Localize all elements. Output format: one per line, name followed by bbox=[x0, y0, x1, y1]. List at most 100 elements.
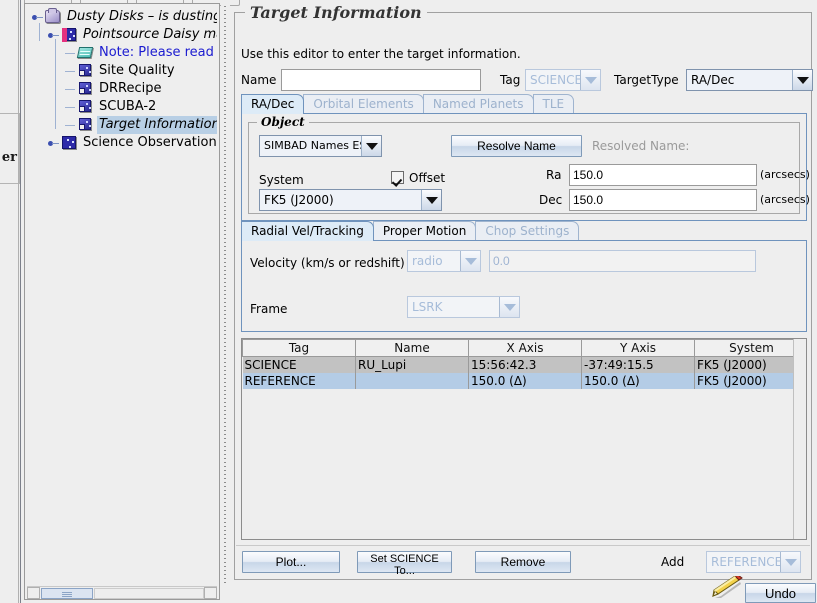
tab-radial-vel-tracking[interactable]: Radial Vel/Tracking bbox=[241, 221, 374, 241]
target-information-group: Target Information Use this editor to en… bbox=[234, 3, 813, 580]
chevron-down-icon[interactable] bbox=[792, 70, 812, 90]
dec-label: Dec bbox=[539, 193, 563, 207]
targettype-value: RA/Dec bbox=[691, 73, 735, 87]
frame-label: Frame bbox=[250, 302, 288, 316]
system-dropdown[interactable]: FK5 (J2000) bbox=[259, 189, 442, 211]
cell-name bbox=[355, 372, 469, 389]
plot-button[interactable]: Plot... bbox=[242, 551, 340, 573]
targettype-dropdown[interactable]: RA/Dec bbox=[686, 69, 813, 91]
tree-node-dusty-disks[interactable]: Dusty Disks – is dusting a bbox=[31, 8, 217, 26]
tree-expand-toggle-icon[interactable] bbox=[47, 26, 60, 44]
ra-label: Ra bbox=[546, 168, 562, 182]
add-tag-dropdown[interactable]: REFERENCE bbox=[706, 551, 801, 573]
velocity-input[interactable] bbox=[489, 250, 756, 272]
program-tree-panel: Dusty Disks – is dusting a Pointsource D… bbox=[24, 3, 220, 600]
pencil-icon bbox=[712, 576, 743, 598]
frame-value: LSRK bbox=[412, 300, 443, 314]
ra-input[interactable] bbox=[569, 164, 757, 186]
name-label: Name bbox=[241, 73, 277, 87]
table-header-row: Tag Name X Axis Y Axis System bbox=[242, 339, 806, 357]
chevron-down-icon[interactable] bbox=[780, 552, 800, 572]
name-input[interactable] bbox=[281, 69, 481, 91]
coordinate-tabs[interactable]: RA/Dec Orbital Elements Named Planets TL… bbox=[241, 93, 575, 114]
tab-tle[interactable]: TLE bbox=[532, 94, 575, 114]
dec-input[interactable] bbox=[569, 189, 757, 211]
scrollbar-track[interactable] bbox=[94, 587, 204, 599]
scroll-left-arrow-icon[interactable] bbox=[27, 587, 40, 599]
cell-tag: REFERENCE bbox=[242, 372, 356, 389]
tree-leaf-connector-icon bbox=[63, 98, 76, 116]
tracking-tabs[interactable]: Radial Vel/Tracking Proper Motion Chop S… bbox=[241, 220, 580, 241]
cell-y-axis: -37:49:15.5 bbox=[581, 356, 695, 373]
chevron-down-icon[interactable] bbox=[421, 190, 441, 210]
tree-node-pointsource-daisy-map[interactable]: Pointsource Daisy map bbox=[47, 26, 217, 44]
offset-checkbox[interactable] bbox=[391, 171, 404, 184]
tab-ra-dec[interactable]: RA/Dec bbox=[241, 94, 305, 114]
left-partial-label: er bbox=[1, 150, 17, 165]
program-tree[interactable]: Dusty Disks – is dusting a Pointsource D… bbox=[27, 6, 217, 585]
tab-named-planets[interactable]: Named Planets bbox=[422, 94, 534, 114]
tree-node-science-observation[interactable]: Science Observation bbox=[47, 134, 217, 152]
offset-label: Offset bbox=[409, 171, 446, 185]
tree-leaf-connector-icon bbox=[63, 44, 76, 62]
tag-dropdown[interactable]: SCIENCE bbox=[525, 69, 601, 91]
tree-node-scuba-2[interactable]: SCUBA-2 bbox=[63, 98, 158, 116]
cell-x-axis: 150.0 (Δ) bbox=[468, 372, 582, 389]
tree-node-label: Science Observation bbox=[83, 135, 217, 150]
add-label: Add bbox=[661, 555, 685, 569]
set-science-to-button[interactable]: Set SCIENCE To... bbox=[357, 551, 452, 577]
cell-name: RU_Lupi bbox=[355, 356, 469, 373]
tree-node-site-quality[interactable]: Site Quality bbox=[63, 62, 177, 80]
cell-tag: SCIENCE bbox=[242, 356, 356, 373]
split-pane-divider[interactable] bbox=[221, 0, 230, 603]
tree-node-drrecipe[interactable]: DRRecipe bbox=[63, 80, 164, 98]
system-value: FK5 (J2000) bbox=[264, 193, 334, 207]
tree-expand-toggle-icon[interactable] bbox=[31, 8, 44, 26]
column-header-tag[interactable]: Tag bbox=[242, 339, 356, 357]
tree-horizontal-scrollbar[interactable] bbox=[27, 586, 217, 599]
chevron-down-icon[interactable] bbox=[361, 136, 381, 156]
undo-button[interactable]: Undo bbox=[745, 583, 816, 603]
column-header-name[interactable]: Name bbox=[355, 339, 469, 357]
chevron-down-icon[interactable] bbox=[580, 70, 600, 90]
folder-icon bbox=[44, 8, 62, 25]
column-header-y-axis[interactable]: Y Axis bbox=[581, 339, 695, 357]
tree-node-label: DRRecipe bbox=[99, 81, 162, 96]
scroll-right-arrow-icon[interactable] bbox=[204, 587, 217, 599]
table-action-bar: Plot... Set SCIENCE To... Remove Add REF… bbox=[236, 545, 810, 577]
divider-grip-icon bbox=[224, 6, 226, 586]
tree-node-target-information[interactable]: Target Information: bbox=[63, 116, 217, 134]
tree-node-note[interactable]: Note: Please read bbox=[63, 44, 216, 62]
panel-separator-1 bbox=[18, 0, 19, 603]
tag-value: SCIENCE bbox=[530, 73, 580, 87]
chevron-down-icon[interactable] bbox=[460, 251, 480, 271]
tab-orbital-elements[interactable]: Orbital Elements bbox=[303, 94, 424, 114]
tab-proper-motion[interactable]: Proper Motion bbox=[372, 221, 477, 241]
column-header-system[interactable]: System bbox=[694, 339, 806, 357]
dec-units: (arcsecs) bbox=[760, 193, 810, 206]
cell-x-axis: 15:56:42.3 bbox=[468, 356, 582, 373]
catalog-value: SIMBAD Names ESO bbox=[264, 139, 361, 152]
name-row: Name Tag SCIENCE TargetType RA/Dec bbox=[241, 69, 813, 91]
chevron-down-icon[interactable] bbox=[499, 297, 519, 317]
tree-node-label: Note: Please read bbox=[99, 45, 214, 60]
table-row[interactable]: REFERENCE 150.0 (Δ) 150.0 (Δ) FK5 (J2000… bbox=[242, 372, 806, 389]
tree-leaf-connector-icon bbox=[63, 80, 76, 98]
tree-collapse-toggle-icon[interactable] bbox=[47, 134, 60, 152]
resolve-name-button[interactable]: Resolve Name bbox=[451, 135, 582, 157]
catalog-dropdown[interactable]: SIMBAD Names ESO bbox=[259, 135, 382, 157]
frame-dropdown[interactable]: LSRK bbox=[407, 296, 520, 318]
object-group: Object SIMBAD Names ESO Resolve Name Res… bbox=[248, 115, 810, 214]
tab-chop-settings[interactable]: Chop Settings bbox=[475, 221, 580, 241]
remove-button[interactable]: Remove bbox=[475, 551, 571, 573]
scrollbar-thumb[interactable] bbox=[41, 587, 93, 599]
tree-node-label: Dusty Disks – is dusting a bbox=[67, 9, 217, 24]
table-vertical-scrollbar[interactable] bbox=[793, 339, 806, 539]
cube-icon bbox=[60, 135, 78, 151]
column-header-x-axis[interactable]: X Axis bbox=[468, 339, 582, 357]
tree-connector bbox=[55, 39, 56, 129]
velocity-type-dropdown[interactable]: radio bbox=[407, 250, 481, 272]
targets-table[interactable]: Tag Name X Axis Y Axis System SCIENCE RU… bbox=[241, 338, 807, 540]
table-row[interactable]: SCIENCE RU_Lupi 15:56:42.3 -37:49:15.5 F… bbox=[242, 356, 806, 373]
targets-table-grid: Tag Name X Axis Y Axis System SCIENCE RU… bbox=[242, 339, 806, 389]
